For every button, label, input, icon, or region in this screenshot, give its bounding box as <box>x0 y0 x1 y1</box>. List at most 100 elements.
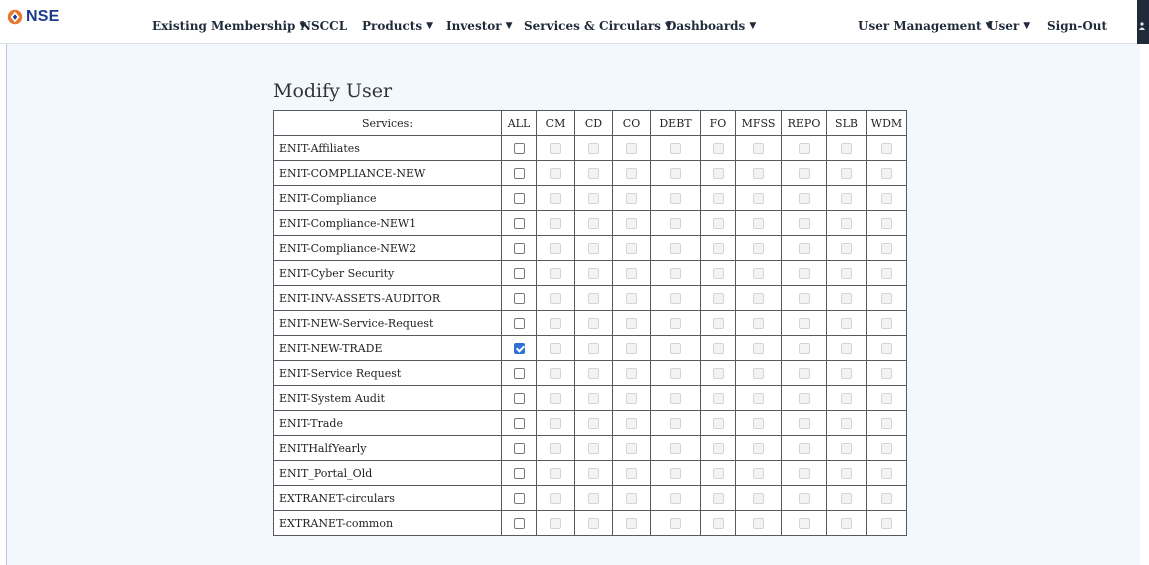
checkbox-cell <box>612 460 651 486</box>
checkbox-cell <box>536 260 575 286</box>
checkbox-fo <box>712 268 724 279</box>
nav-nsccl[interactable]: NSCCL <box>300 17 347 35</box>
checkbox-repo <box>798 218 810 229</box>
checkbox-cell <box>536 285 575 311</box>
table-row: ENIT-Compliance-NEW2 <box>273 235 907 261</box>
user-account-strip[interactable] <box>1137 0 1149 44</box>
column-header-cd: CD <box>574 110 613 136</box>
checkbox-all[interactable] <box>513 368 525 379</box>
checkbox-cell <box>700 160 736 186</box>
checkbox-cell <box>650 485 701 511</box>
checkbox-cell <box>735 135 782 161</box>
checkbox-all[interactable] <box>513 443 525 454</box>
nav-user-management[interactable]: User Management ▼ <box>858 17 992 35</box>
checkbox-co <box>626 318 637 329</box>
checkbox-cell <box>574 285 613 311</box>
checkbox-cell <box>700 435 736 461</box>
checkbox-cell <box>826 260 867 286</box>
table-row: ENIT-INV-ASSETS-AUDITOR <box>273 285 907 311</box>
checkbox-cell <box>866 185 907 211</box>
checkbox-cell <box>650 510 701 536</box>
checkbox-cell <box>650 160 701 186</box>
checkbox-wdm <box>881 143 892 154</box>
checkbox-mfss <box>753 143 764 154</box>
checkbox-slb <box>841 193 852 204</box>
checkbox-cell <box>574 510 613 536</box>
checkbox-all[interactable] <box>513 493 525 504</box>
checkbox-slb <box>841 268 852 279</box>
checkbox-all[interactable] <box>513 518 525 529</box>
checkbox-all[interactable] <box>513 218 525 229</box>
nav-services-circulars[interactable]: Services & Circulars ▼ <box>524 17 672 35</box>
checkbox-debt <box>670 218 681 229</box>
checkbox-cell <box>501 410 537 436</box>
nav-dashboards[interactable]: Dashboards ▼ <box>666 17 756 35</box>
checkbox-cell <box>781 260 827 286</box>
checkbox-co <box>626 243 637 254</box>
checkbox-cell <box>574 460 613 486</box>
checkbox-co <box>626 518 637 529</box>
checkbox-cell <box>700 385 736 411</box>
checkbox-cell <box>574 335 613 361</box>
checkbox-cd <box>588 193 599 204</box>
checkbox-all[interactable] <box>513 318 525 329</box>
checkbox-all[interactable] <box>513 193 525 204</box>
checkbox-cell <box>866 410 907 436</box>
nse-logo[interactable]: NSE <box>6 7 60 27</box>
checkbox-cell <box>612 410 651 436</box>
checkbox-wdm <box>881 168 892 179</box>
checkbox-cell <box>866 210 907 236</box>
nav-sign-out[interactable]: Sign-Out <box>1047 17 1107 35</box>
checkbox-cell <box>866 135 907 161</box>
checkbox-repo <box>798 193 810 204</box>
checkbox-repo <box>798 468 810 479</box>
checkbox-cell <box>826 385 867 411</box>
checkbox-cell <box>781 485 827 511</box>
checkbox-cm <box>550 318 561 329</box>
checkbox-mfss <box>753 243 764 254</box>
checkbox-co <box>626 368 637 379</box>
table-row: ENIT_Portal_Old <box>273 460 907 486</box>
checkbox-repo <box>798 443 810 454</box>
checkbox-debt <box>670 393 681 404</box>
checkbox-co <box>626 293 637 304</box>
nav-existing-membership[interactable]: Existing Membership ▼ <box>152 17 306 35</box>
nav-investor[interactable]: Investor ▼ <box>446 17 513 35</box>
checkbox-cm <box>550 393 561 404</box>
checkbox-all[interactable] <box>513 468 525 479</box>
checkbox-repo <box>798 268 810 279</box>
checkbox-cell <box>866 360 907 386</box>
checkbox-all[interactable] <box>513 343 525 354</box>
checkbox-mfss <box>753 443 764 454</box>
checkbox-cd <box>588 493 599 504</box>
checkbox-cm <box>550 293 561 304</box>
checkbox-fo <box>712 243 724 254</box>
service-name: ENIT-Compliance <box>273 185 502 211</box>
checkbox-all[interactable] <box>513 293 525 304</box>
checkbox-cell <box>612 135 651 161</box>
checkbox-cd <box>588 368 599 379</box>
checkbox-all[interactable] <box>513 268 525 279</box>
checkbox-fo <box>712 493 724 504</box>
service-name: ENIT-NEW-Service-Request <box>273 310 502 336</box>
checkbox-slb <box>841 468 852 479</box>
nav-products[interactable]: Products ▼ <box>362 17 433 35</box>
checkbox-wdm <box>881 518 892 529</box>
table-row: ENIT-System Audit <box>273 385 907 411</box>
checkbox-wdm <box>881 368 892 379</box>
checkbox-cm <box>550 493 561 504</box>
checkbox-all[interactable] <box>513 243 525 254</box>
checkbox-all[interactable] <box>513 143 525 154</box>
nav-user[interactable]: User ▼ <box>988 17 1030 35</box>
checkbox-cell <box>700 210 736 236</box>
checkbox-all[interactable] <box>513 168 525 179</box>
caret-down-icon: ▼ <box>1023 21 1031 31</box>
checkbox-cell <box>612 435 651 461</box>
checkbox-cell <box>612 185 651 211</box>
checkbox-mfss <box>753 493 764 504</box>
checkbox-all[interactable] <box>513 393 525 404</box>
checkbox-all[interactable] <box>513 418 525 429</box>
service-name: ENIT-INV-ASSETS-AUDITOR <box>273 285 502 311</box>
checkbox-cm <box>550 368 561 379</box>
checkbox-slb <box>841 318 852 329</box>
